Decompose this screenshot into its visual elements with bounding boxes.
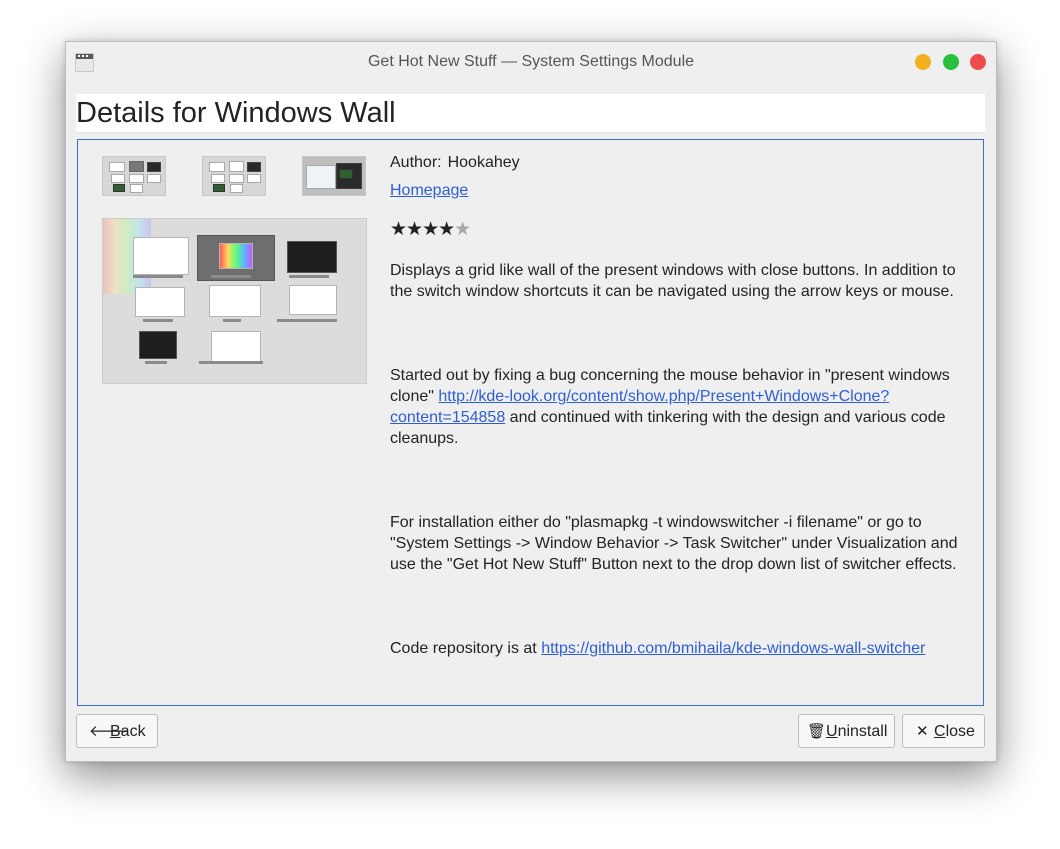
star-filled-icons: ★★★★: [390, 219, 455, 240]
description-paragraph-3: For installation either do "plasmapkg -t…: [390, 514, 958, 573]
screenshot-thumbnail-2[interactable]: [202, 156, 266, 196]
back-label: Back: [110, 723, 146, 740]
details-panel: Author: Hookahey Homepage ★★★★★ Displays …: [77, 139, 984, 706]
description-paragraph-4: Code repository is at https://github.com…: [390, 638, 965, 659]
uninstall-button[interactable]: 🗑 Uninstall: [798, 714, 895, 748]
p4-text-before: Code repository is at: [390, 640, 542, 657]
screenshot-thumbnail-3[interactable]: [302, 156, 366, 196]
description-paragraph-1: Displays a grid like wall of the present…: [390, 262, 956, 300]
github-link[interactable]: https://github.com/bmihaila/kde-windows-…: [541, 640, 925, 657]
description-paragraph-2: Started out by fixing a bug concerning t…: [390, 365, 965, 449]
screenshot-preview[interactable]: [102, 218, 367, 384]
window-close-button[interactable]: [970, 54, 986, 70]
title-bar[interactable]: Get Hot New Stuff — System Settings Modu…: [66, 42, 996, 82]
minimize-button[interactable]: [915, 54, 931, 70]
x-icon: ✕: [916, 723, 929, 740]
close-label: Close: [934, 723, 975, 740]
page-title: Details for Windows Wall: [76, 97, 396, 129]
rating-stars: ★★★★★: [390, 218, 471, 241]
homepage-link[interactable]: Homepage: [390, 182, 468, 200]
trash-icon: 🗑: [807, 723, 827, 740]
header-bar: Details for Windows Wall: [76, 94, 985, 133]
author-row: Author: Hookahey: [390, 154, 520, 172]
window-title: Get Hot New Stuff — System Settings Modu…: [367, 53, 695, 70]
screenshot-thumbnail-1[interactable]: [102, 156, 166, 196]
back-button[interactable]: 🡐 Back: [76, 714, 158, 748]
star-empty-icon: ★: [454, 219, 471, 240]
uninstall-label: Uninstall: [826, 723, 888, 740]
close-button[interactable]: ✕ Close: [902, 714, 985, 748]
settings-window: Get Hot New Stuff — System Settings Modu…: [65, 41, 997, 762]
author-name: Hookahey: [447, 154, 520, 171]
author-label: Author:: [390, 154, 442, 171]
maximize-button[interactable]: [943, 54, 959, 70]
